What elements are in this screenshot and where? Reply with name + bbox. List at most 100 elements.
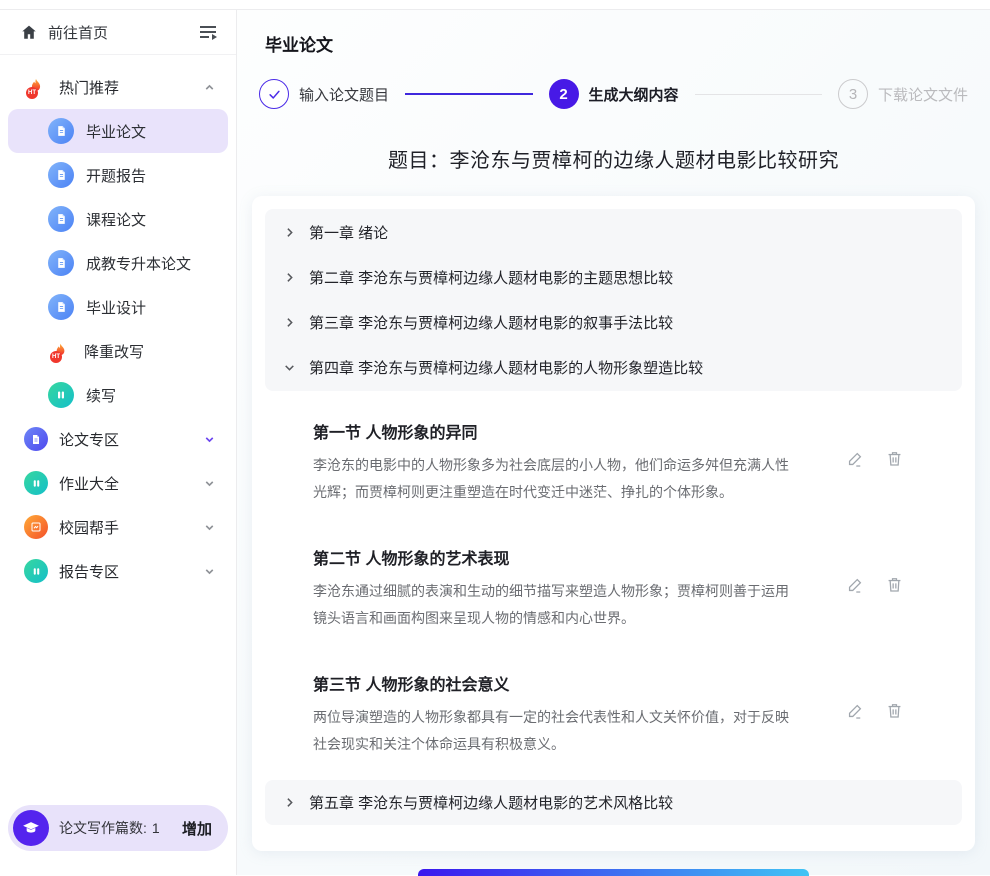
step-number: 3 — [838, 79, 868, 109]
document-icon — [48, 162, 74, 188]
top-strip — [0, 0, 990, 10]
section-description: 李沧东通过细腻的表演和生动的细节描写来塑造人物形象；贾樟柯则善于运用镜头语言和画… — [313, 578, 795, 631]
app-frame: 前往首页 HT 热门推荐 毕业论文 — [0, 10, 990, 875]
sidebar-item-kaitibaogao[interactable]: 开题报告 — [8, 153, 228, 197]
collapse-sidebar-icon[interactable] — [198, 24, 218, 41]
outline-card: 第一章 绪论 第二章 李沧东与贾樟柯边缘人题材电影的主题思想比较 第三章 李沧东… — [252, 196, 975, 851]
go-home-row[interactable]: 前往首页 — [0, 10, 236, 55]
pause-bars-icon — [48, 382, 74, 408]
step-connector — [695, 94, 822, 95]
section-description: 李沧东的电影中的人物形象多为社会底层的小人物，他们命运多舛但充满人性光辉；而贾樟… — [313, 452, 795, 505]
delete-icon[interactable] — [885, 449, 904, 468]
sidebar-group-baogaozhuanqu[interactable]: 报告专区 — [0, 549, 236, 593]
sidebar-item-chengjiao[interactable]: 成教专升本论文 — [8, 241, 228, 285]
section-title: 第三节 人物形象的社会意义 — [313, 671, 795, 695]
chapter-label: 第一章 绪论 — [309, 222, 388, 243]
sidebar-group-label: 报告专区 — [59, 561, 119, 582]
sidebar-item-xuxie[interactable]: 续写 — [8, 373, 228, 417]
chevron-down-icon — [283, 361, 296, 374]
go-home-label: 前往首页 — [48, 22, 108, 43]
sidebar-item-label: 开题报告 — [86, 165, 146, 186]
chapter-label: 第四章 李沧东与贾樟柯边缘人题材电影的人物形象塑造比较 — [309, 357, 703, 378]
step-2-generate-outline: 2 生成大纲内容 — [549, 79, 679, 109]
document-icon — [48, 250, 74, 276]
chevron-right-icon — [283, 796, 296, 809]
edit-icon[interactable] — [846, 449, 865, 468]
bars-teal-icon — [24, 471, 48, 495]
sidebar-item-label: 降重改写 — [84, 341, 144, 362]
step-label: 输入论文题目 — [299, 84, 389, 105]
step-label: 下载论文文件 — [878, 84, 968, 105]
chapter-row-1[interactable]: 第一章 绪论 — [265, 210, 962, 255]
delete-icon[interactable] — [885, 701, 904, 720]
chapter-label: 第五章 李沧东与贾樟柯边缘人题材电影的艺术风格比较 — [309, 792, 673, 813]
sidebar-menu: HT 热门推荐 毕业论文 开题报告 — [0, 55, 236, 593]
document-icon — [48, 294, 74, 320]
ht-badge: HT — [50, 351, 62, 363]
sidebar-item-biyesheji[interactable]: 毕业设计 — [8, 285, 228, 329]
chevron-down-icon — [203, 477, 216, 490]
document-icon — [48, 206, 74, 232]
chapter-4-sections: 第一节 人物形象的异同 李沧东的电影中的人物形象多为社会底层的小人物，他们命运多… — [265, 391, 962, 768]
quota-pill: 论文写作篇数: 1 增加 — [8, 805, 228, 851]
flame-icon: HT — [48, 339, 72, 363]
step-label: 生成大纲内容 — [589, 84, 679, 105]
sidebar-group-label: 热门推荐 — [59, 77, 119, 98]
chapter-row-4[interactable]: 第四章 李沧东与贾樟柯边缘人题材电影的人物形象塑造比较 — [265, 345, 962, 390]
flame-icon: HT — [24, 75, 48, 99]
chapter-label: 第三章 李沧东与贾樟柯边缘人题材电影的叙事手法比较 — [309, 312, 673, 333]
sidebar-item-label: 成教专升本论文 — [86, 253, 191, 274]
section-content: 第二节 人物形象的艺术表现 李沧东通过细腻的表演和生动的细节描写来塑造人物形象；… — [313, 529, 795, 631]
sidebar-group-label: 作业大全 — [59, 473, 119, 494]
check-icon — [259, 79, 289, 109]
sidebar-item-jiangzhong[interactable]: HT 降重改写 — [8, 329, 228, 373]
main-content: 毕业论文 输入论文题目 2 生成大纲内容 3 下载论文文件 题目：李沧东与贾樟柯… — [237, 10, 990, 875]
campus-orange-icon — [24, 515, 48, 539]
chevron-right-icon — [283, 316, 296, 329]
sidebar-group-xiaoyuanbangshou[interactable]: 校园帮手 — [0, 505, 236, 549]
ht-badge: HT — [26, 87, 38, 99]
section-item-1: 第一节 人物形象的异同 李沧东的电影中的人物形象多为社会底层的小人物，他们命运多… — [313, 403, 948, 505]
sidebar: 前往首页 HT 热门推荐 毕业论文 — [0, 10, 237, 875]
edit-icon[interactable] — [846, 575, 865, 594]
section-content: 第一节 人物形象的异同 李沧东的电影中的人物形象多为社会底层的小人物，他们命运多… — [313, 403, 795, 505]
section-title: 第一节 人物形象的异同 — [313, 419, 795, 443]
section-item-2: 第二节 人物形象的艺术表现 李沧东通过细腻的表演和生动的细节描写来塑造人物形象；… — [313, 529, 948, 631]
section-content: 第三节 人物形象的社会意义 两位导演塑造的人物形象都具有一定的社会代表性和人文关… — [313, 655, 795, 757]
add-quota-button[interactable]: 增加 — [182, 818, 212, 839]
step-1-input-title: 输入论文题目 — [259, 79, 389, 109]
section-title: 第二节 人物形象的艺术表现 — [313, 545, 795, 569]
step-connector — [405, 93, 532, 95]
sidebar-group-zuoyedaquan[interactable]: 作业大全 — [0, 461, 236, 505]
quota-count: 1 — [152, 820, 160, 836]
chevron-down-icon — [203, 565, 216, 578]
document-purple-icon — [24, 427, 48, 451]
edit-icon[interactable] — [846, 701, 865, 720]
sidebar-item-label: 课程论文 — [86, 209, 146, 230]
sidebar-group-label: 校园帮手 — [59, 517, 119, 538]
chevron-right-icon — [283, 226, 296, 239]
chapter-accordion: 第一章 绪论 第二章 李沧东与贾樟柯边缘人题材电影的主题思想比较 第三章 李沧东… — [265, 209, 962, 391]
chapter-row-2[interactable]: 第二章 李沧东与贾樟柯边缘人题材电影的主题思想比较 — [265, 255, 962, 300]
bars-teal-icon — [24, 559, 48, 583]
chevron-down-icon — [203, 433, 216, 446]
chapter-row-5[interactable]: 第五章 李沧东与贾樟柯边缘人题材电影的艺术风格比较 — [265, 780, 962, 825]
sidebar-group-label: 论文专区 — [59, 429, 119, 450]
sidebar-item-label: 毕业论文 — [86, 121, 146, 142]
stepper: 输入论文题目 2 生成大纲内容 3 下载论文文件 — [259, 79, 968, 109]
generate-content-button[interactable]: 生成内容 — [418, 869, 809, 876]
paper-title: 题目：李沧东与贾樟柯的边缘人题材电影比较研究 — [252, 144, 975, 173]
sidebar-item-biyelunwen[interactable]: 毕业论文 — [8, 109, 228, 153]
chevron-right-icon — [283, 271, 296, 284]
step-3-download-file: 3 下载论文文件 — [838, 79, 968, 109]
chevron-down-icon — [203, 521, 216, 534]
chapter-row-3[interactable]: 第三章 李沧东与贾樟柯边缘人题材电影的叙事手法比较 — [265, 300, 962, 345]
delete-icon[interactable] — [885, 575, 904, 594]
sidebar-group-lunwenzhuanqu[interactable]: 论文专区 — [0, 417, 236, 461]
page-title: 毕业论文 — [252, 10, 975, 56]
chevron-up-icon — [203, 81, 216, 94]
sidebar-item-label: 毕业设计 — [86, 297, 146, 318]
sidebar-group-hot[interactable]: HT 热门推荐 — [0, 65, 236, 109]
document-icon — [48, 118, 74, 144]
sidebar-item-kechenglunwen[interactable]: 课程论文 — [8, 197, 228, 241]
